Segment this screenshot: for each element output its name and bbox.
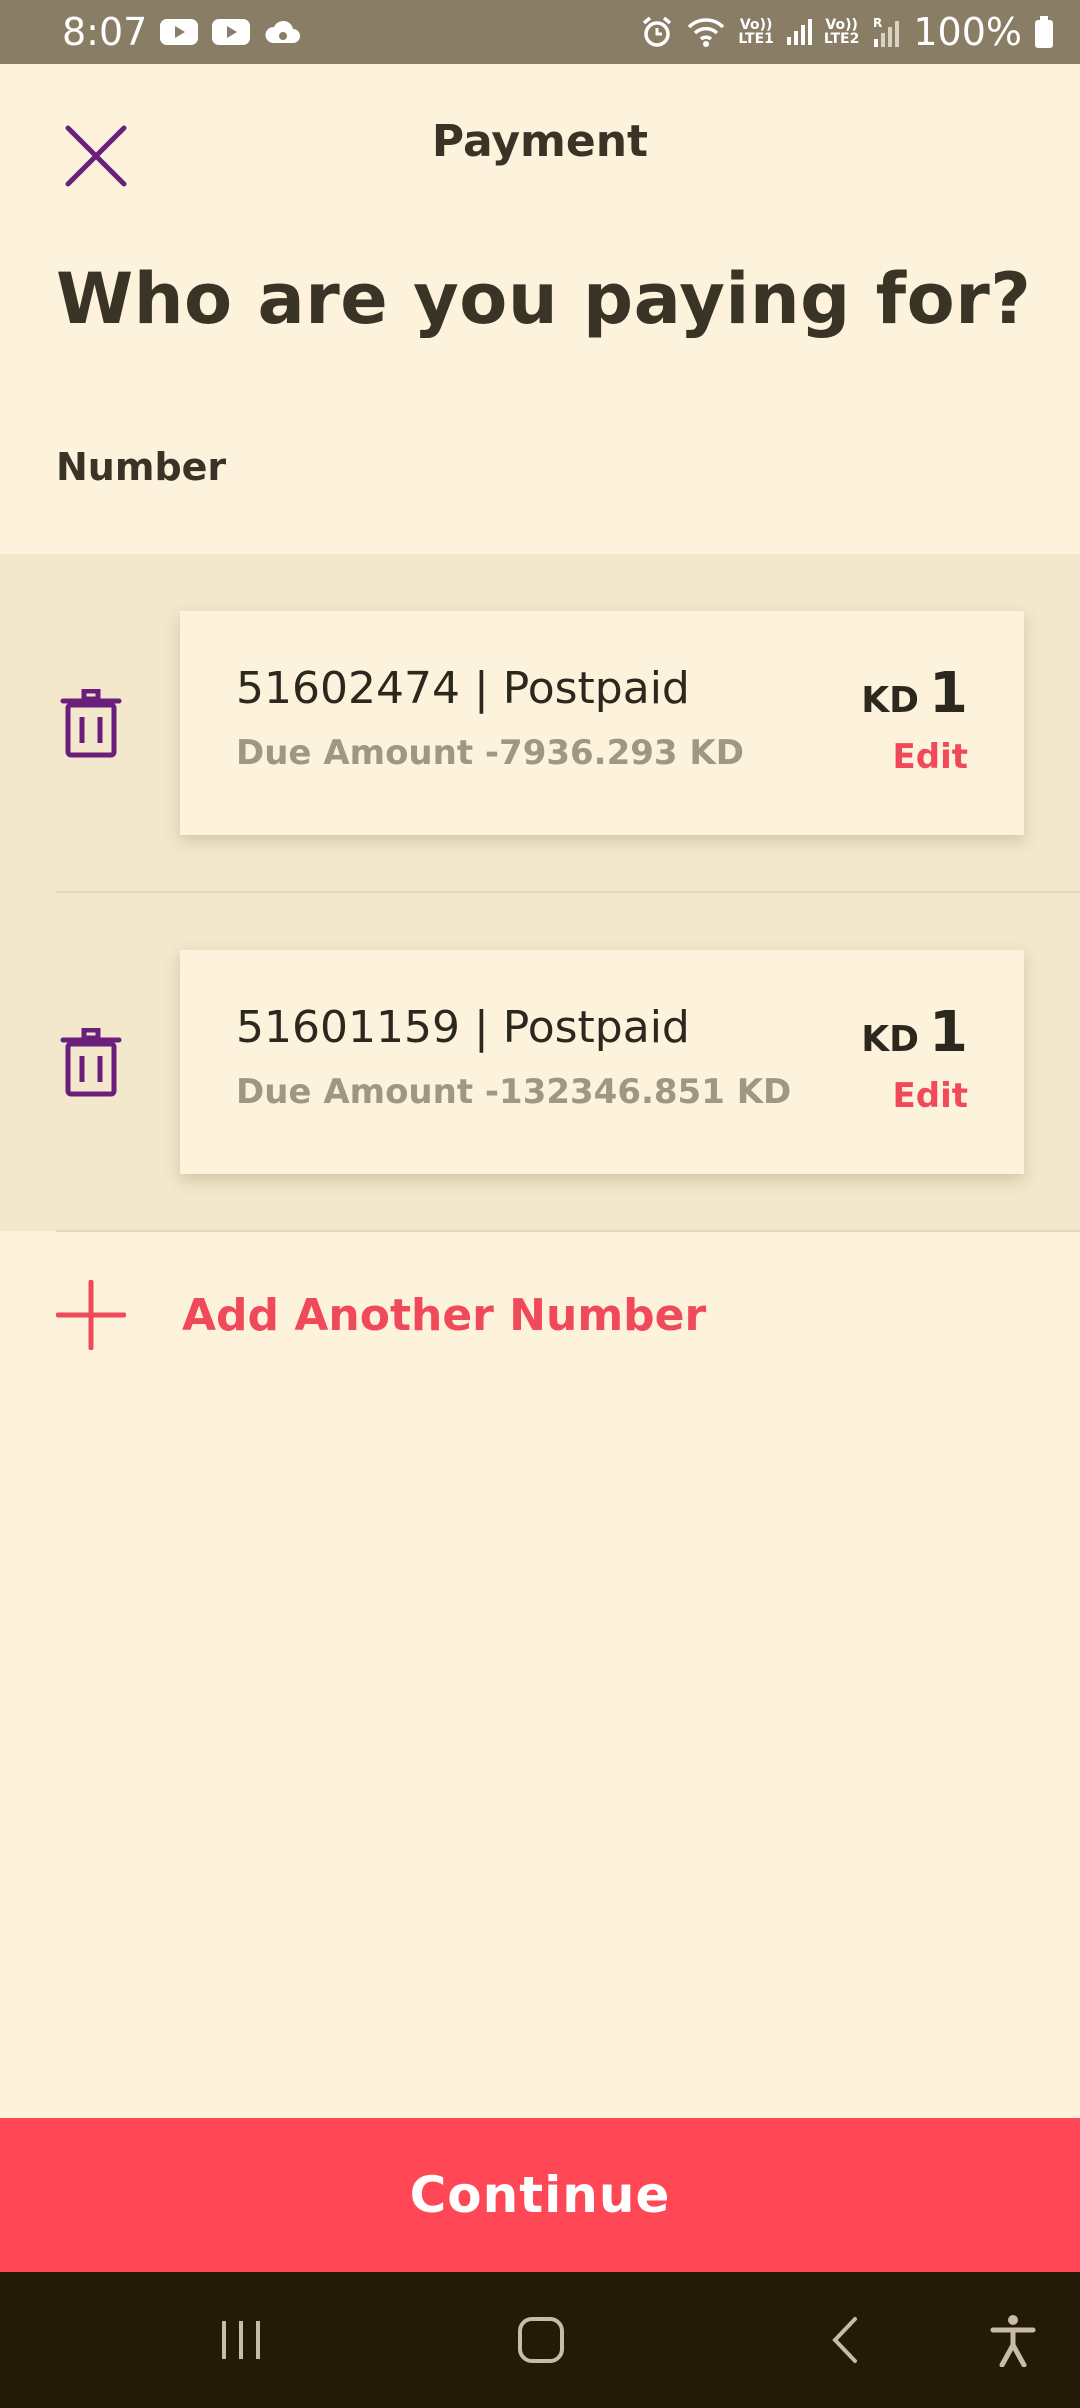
divider — [56, 1230, 1080, 1232]
page-title: Payment — [431, 116, 649, 167]
headline: Who are you paying for? — [56, 258, 1032, 340]
back-button[interactable] — [810, 2310, 880, 2370]
payment-amount: KD 1 — [861, 661, 968, 726]
recent-apps-button[interactable] — [206, 2310, 276, 2370]
plus-icon — [56, 1280, 126, 1350]
amount-value: 1 — [929, 661, 968, 726]
youtube-icon — [159, 17, 199, 47]
number-row: 51601159 | Postpaid Due Amount -132346.8… — [0, 893, 1080, 1232]
battery-icon — [1034, 15, 1054, 49]
alarm-icon — [640, 15, 674, 49]
roaming-label: R — [873, 16, 882, 30]
edit-amount-button[interactable]: Edit — [893, 1076, 968, 1116]
volte-lte1-indicator: Vo)) LTE1 — [738, 18, 773, 46]
amount-currency: KD — [861, 680, 920, 721]
youtube-icon — [211, 17, 251, 47]
back-icon — [832, 2317, 857, 2363]
recent-apps-icon — [222, 2321, 260, 2359]
due-amount: Due Amount -7936.293 KD — [236, 733, 744, 773]
accessibility-button[interactable] — [978, 2310, 1048, 2370]
lte2-label: LTE2 — [823, 31, 860, 47]
signal-icon — [786, 17, 812, 47]
amount-value: 1 — [929, 1000, 968, 1065]
volte-lte2-indicator: Vo)) LTE2 — [824, 18, 859, 46]
battery-percent: 100% — [913, 10, 1022, 54]
system-nav-bar — [0, 2272, 1080, 2408]
lte1-label: LTE1 — [738, 31, 774, 47]
header: Payment — [0, 64, 1080, 232]
trash-icon — [60, 1028, 122, 1097]
cloud-sync-icon — [263, 17, 303, 47]
number-card[interactable]: 51602474 | Postpaid Due Amount -7936.293… — [180, 611, 1024, 835]
status-bar: 8:07 Vo)) LTE1 Vo)) LTE2 R 100% — [0, 0, 1080, 64]
due-amount: Due Amount -132346.851 KD — [236, 1072, 792, 1112]
status-bar-right: Vo)) LTE1 Vo)) LTE2 R 100% — [640, 10, 1054, 54]
trash-icon — [60, 689, 122, 758]
number-title: 51601159 | Postpaid — [236, 1002, 690, 1053]
number-card[interactable]: 51601159 | Postpaid Due Amount -132346.8… — [180, 950, 1024, 1174]
accessibility-icon — [990, 2315, 1036, 2367]
signal-roaming-icon: R — [871, 15, 901, 49]
add-another-number-button[interactable]: Add Another Number — [56, 1280, 706, 1350]
payment-amount: KD 1 — [861, 1000, 968, 1065]
status-bar-left: 8:07 — [62, 10, 303, 54]
continue-button[interactable]: Continue — [0, 2118, 1080, 2272]
wifi-icon — [686, 15, 726, 49]
home-button[interactable] — [506, 2310, 576, 2370]
home-icon — [518, 2317, 564, 2363]
numbers-list: 51602474 | Postpaid Due Amount -7936.293… — [0, 554, 1080, 1232]
edit-amount-button[interactable]: Edit — [893, 737, 968, 777]
delete-number-button[interactable] — [56, 1023, 126, 1103]
number-title: 51602474 | Postpaid — [236, 663, 690, 714]
delete-number-button[interactable] — [56, 684, 126, 764]
amount-currency: KD — [861, 1019, 920, 1060]
number-row: 51602474 | Postpaid Due Amount -7936.293… — [0, 554, 1080, 893]
status-time: 8:07 — [62, 10, 148, 54]
add-another-number-label: Add Another Number — [182, 1289, 707, 1341]
section-label-number: Number — [56, 445, 227, 489]
